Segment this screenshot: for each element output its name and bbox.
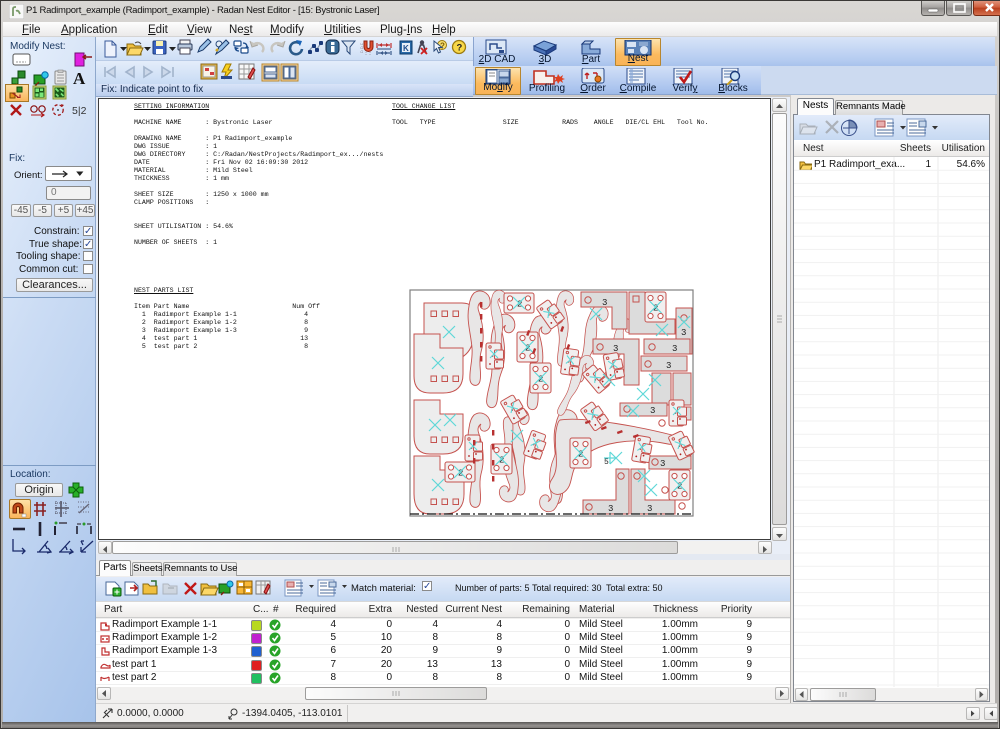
svg-text:3: 3 bbox=[647, 504, 652, 514]
svg-text:3: 3 bbox=[602, 298, 607, 308]
svg-text:3: 3 bbox=[681, 328, 686, 338]
svg-text:3: 3 bbox=[650, 406, 655, 416]
svg-text:3: 3 bbox=[608, 504, 613, 514]
svg-text:K: K bbox=[403, 44, 409, 53]
svg-text:A: A bbox=[73, 69, 86, 88]
svg-text:3: 3 bbox=[660, 459, 665, 469]
svg-text:3: 3 bbox=[672, 344, 677, 354]
svg-text:3: 3 bbox=[666, 361, 671, 371]
svg-text:5|2: 5|2 bbox=[72, 105, 87, 117]
svg-text:5: 5 bbox=[604, 458, 609, 467]
svg-text:?: ? bbox=[457, 43, 463, 54]
